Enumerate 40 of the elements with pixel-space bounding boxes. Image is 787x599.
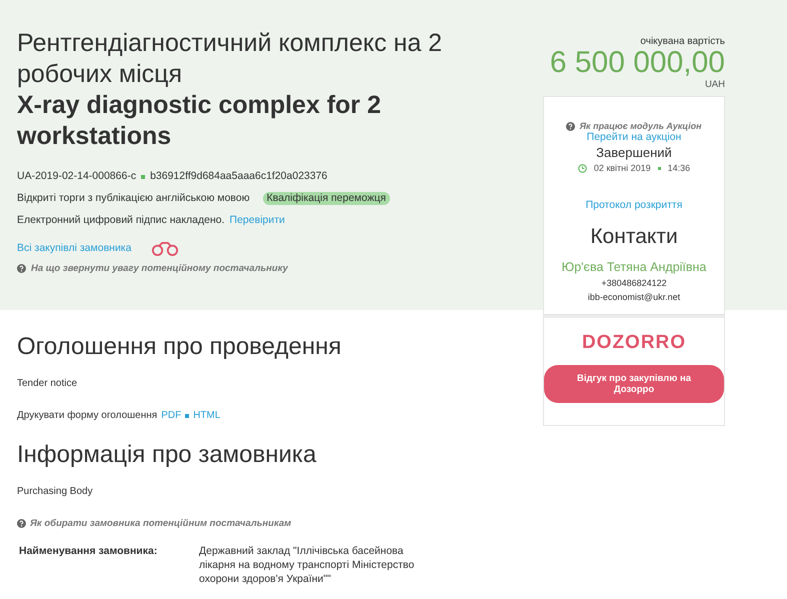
print-format-link[interactable]: HTML	[193, 410, 220, 421]
signature-text: Електронний цифровий підпис накладено.	[17, 214, 225, 227]
print-label: Друкувати форму оголошення	[17, 410, 158, 421]
buyer-tenders-link[interactable]: Всі закупівлі замовника	[17, 242, 132, 255]
tender-hash: b36912ff9d684aa5aaa6c1f20a023376	[150, 170, 328, 183]
field-label: Найменування замовника:	[18, 544, 158, 559]
print-format-link[interactable]: PDF	[161, 410, 182, 421]
contact-name: Юр'єва Тетяна Андріївна	[562, 260, 706, 274]
price-amount: 6 500 000,00	[548, 47, 725, 79]
protocol-link[interactable]: Протокол розкриття	[586, 199, 682, 211]
supplier-hint[interactable]: На що звернути увагу потенційному постачальнику	[31, 262, 288, 275]
auction-date: 02 квітні 2019	[594, 163, 651, 173]
tender-title: Рентгендіагностичний комплекс на 2 робочих місця	[17, 28, 444, 90]
help-icon	[17, 519, 26, 528]
section-subtitle: Purchasing Body	[17, 486, 94, 497]
auction-time: 14:36	[668, 163, 690, 173]
verify-link[interactable]: Перевірити	[230, 214, 285, 227]
field-value: Державний заклад "Іллічівська басейнова лікарня на водному транспорті Міністерство охорони здоров'я України""	[199, 544, 416, 586]
tender-id: UA-2019-02-14-000866-c	[17, 170, 136, 183]
help-icon	[566, 122, 576, 130]
binoculars-icon	[151, 241, 180, 256]
currency: UAH	[704, 79, 725, 90]
auction-link[interactable]: Перейти на аукціон	[586, 131, 682, 143]
status-badge: Кваліфікація переможця	[262, 192, 390, 205]
section-subtitle: Tender notice	[17, 378, 78, 389]
contacts-title: Контакти	[590, 225, 678, 249]
auction-hint[interactable]: Як працює модуль Аукціон	[579, 121, 702, 131]
dozorro-logo: DOZORRO	[582, 332, 686, 354]
price-label: очікувана вартість	[639, 36, 725, 47]
help-icon	[17, 264, 26, 273]
contact-phone: +380486824122	[601, 278, 667, 288]
section-title: Інформація про замовника	[17, 440, 318, 470]
tender-title-english: X-ray diagnostic complex for 2 workstations	[17, 90, 382, 152]
dozorro-review-button[interactable]: Відгук про закупівлю на Дозорро	[544, 365, 724, 403]
clock-icon	[578, 164, 587, 172]
buyer-hint[interactable]: Як обирати замовника потенційним постачальникам	[30, 518, 292, 529]
section-title: Оголошення про проведення	[17, 332, 342, 362]
procedure-type: Відкриті торги з публікацією англійською мовою	[17, 192, 250, 205]
contact-email: ibb-economist@ukr.net	[588, 292, 680, 302]
auction-status: Завершений	[596, 145, 672, 160]
